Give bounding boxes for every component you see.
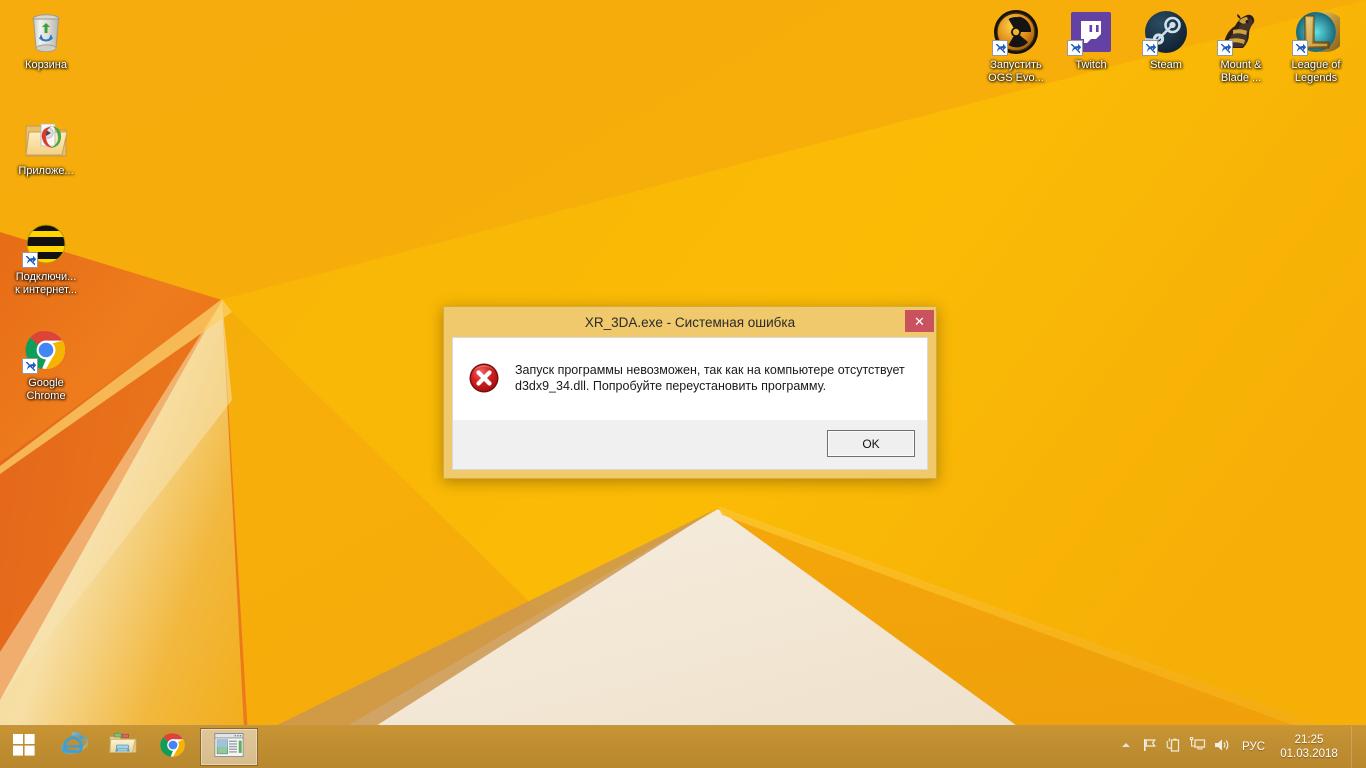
desktop-icon-label-line2: Blade ... <box>1220 72 1262 84</box>
flag-icon <box>1142 737 1158 758</box>
taskbar-item-xr-3da-window[interactable] <box>200 728 258 766</box>
desktop-icon-recycle-bin[interactable]: Корзина <box>8 8 84 72</box>
clock-time: 21:25 <box>1294 734 1324 746</box>
recycle-bin-icon <box>22 8 70 56</box>
desktop-icon-beeline-connect[interactable]: Подключи... к интернет... <box>8 220 84 297</box>
show-hidden-icons-button[interactable] <box>1114 726 1138 768</box>
dialog-message: Запуск программы невозможен, так как на … <box>515 363 905 393</box>
dialog-body: Запуск программы невозможен, так как на … <box>452 337 928 420</box>
file-explorer-icon <box>108 730 138 765</box>
stalker-radiation-icon <box>992 8 1040 56</box>
taskbar-item-google-chrome[interactable] <box>148 727 198 767</box>
shortcut-overlay-icon <box>1217 40 1233 56</box>
google-chrome-icon <box>159 731 187 764</box>
action-center-button[interactable] <box>1138 726 1162 768</box>
desktop-icon-label: Twitch <box>1075 59 1107 71</box>
close-glyph: ✕ <box>914 313 925 329</box>
error-icon <box>453 338 515 394</box>
mount-and-blade-icon <box>1217 8 1265 56</box>
shortcut-overlay-icon <box>992 40 1008 56</box>
volume-button[interactable] <box>1210 726 1234 768</box>
desktop-icon-league-of-legends[interactable]: League of Legends <box>1278 8 1354 85</box>
desktop-icon-label: Steam <box>1150 59 1182 71</box>
shortcut-overlay-icon <box>22 252 38 268</box>
desktop-icon-applications-folder[interactable]: Приложе... <box>8 114 84 178</box>
taskbar-item-internet-explorer[interactable] <box>48 727 98 767</box>
dialog-footer: OK <box>452 420 928 470</box>
desktop-icon-label-line1: Подключи... <box>15 271 77 283</box>
twitch-icon <box>1067 8 1115 56</box>
close-icon[interactable]: ✕ <box>905 310 934 332</box>
taskbar-item-file-explorer[interactable] <box>98 727 148 767</box>
shortcut-overlay-icon <box>1292 40 1308 56</box>
battery-icon <box>1165 737 1182 758</box>
desktop-icon-google-chrome[interactable]: Google Chrome <box>8 326 84 403</box>
taskbar: РУС 21:25 01.03.2018 <box>0 725 1366 768</box>
chevron-up-icon <box>1120 738 1132 756</box>
speaker-icon <box>1213 737 1230 758</box>
language-indicator[interactable]: РУС <box>1234 741 1275 753</box>
beeline-connect-icon <box>22 220 70 268</box>
battery-button[interactable] <box>1162 726 1186 768</box>
dialog-titlebar[interactable]: XR_3DA.exe - Системная ошибка ✕ <box>444 307 936 337</box>
shortcut-overlay-icon <box>1067 40 1083 56</box>
network-button[interactable] <box>1186 726 1210 768</box>
system-tray: РУС 21:25 01.03.2018 <box>1114 726 1366 768</box>
desktop-icon-label-line2: Chrome <box>26 390 66 402</box>
generic-window-icon <box>214 732 244 763</box>
desktop-icon-label-line1: Запустить <box>990 59 1042 71</box>
show-desktop-button[interactable] <box>1351 726 1360 768</box>
desktop-icon-label-line2: Legends <box>1294 72 1338 84</box>
desktop-icon-twitch[interactable]: Twitch <box>1053 8 1129 72</box>
system-error-dialog: XR_3DA.exe - Системная ошибка ✕ Запуск п… <box>443 306 937 479</box>
network-icon <box>1189 736 1206 758</box>
clock[interactable]: 21:25 01.03.2018 <box>1275 733 1351 761</box>
shortcut-overlay-icon <box>1142 40 1158 56</box>
desktop-icon-label-line2: к интернет... <box>14 284 78 296</box>
windows-logo-icon <box>12 733 36 762</box>
shortcut-overlay-icon <box>22 358 38 374</box>
desktop-icon-steam[interactable]: Steam <box>1128 8 1204 72</box>
desktop-icon-label-line1: Mount & <box>1220 59 1262 71</box>
google-chrome-icon <box>22 326 70 374</box>
desktop-icon-ogs-evolution[interactable]: Запустить OGS Evo... <box>978 8 1054 85</box>
desktop-icon-label-line2: OGS Evo... <box>988 72 1044 84</box>
ok-button[interactable]: OK <box>827 430 915 457</box>
league-of-legends-icon <box>1292 8 1346 56</box>
desktop-icon-label: Приложе... <box>18 165 74 177</box>
folder-applications-icon <box>22 114 70 162</box>
internet-explorer-icon <box>58 730 90 765</box>
desktop-icon-mount-and-blade[interactable]: Mount & Blade ... <box>1203 8 1279 85</box>
dialog-title: XR_3DA.exe - Системная ошибка <box>584 315 796 330</box>
desktop-icon-label-line1: Google <box>28 377 64 389</box>
desktop-icon-label-line1: League of <box>1291 59 1341 71</box>
steam-icon <box>1142 8 1190 56</box>
desktop-icon-label: Корзина <box>25 59 67 71</box>
start-button[interactable] <box>0 726 48 768</box>
clock-date: 01.03.2018 <box>1280 748 1338 760</box>
